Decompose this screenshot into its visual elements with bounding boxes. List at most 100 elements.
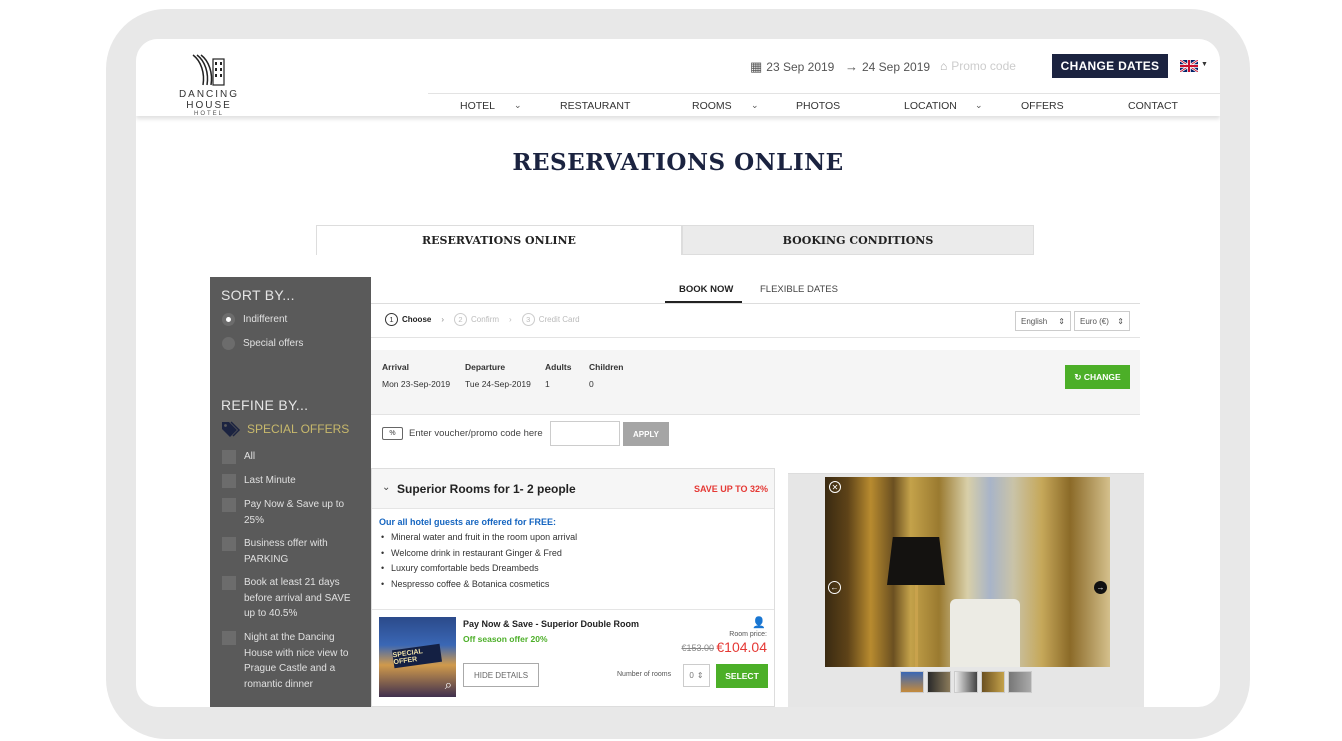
- filter-dancing-house-night[interactable]: Night at the Dancing House with nice vie…: [222, 630, 360, 692]
- filter-book-21-days[interactable]: Book at least 21 days before arrival and…: [222, 575, 360, 622]
- chevron-right-icon: ›: [441, 315, 445, 324]
- checkbox[interactable]: [222, 537, 236, 551]
- arrival-date[interactable]: ▦ 23 Sep 2019: [750, 59, 834, 75]
- change-stay-label: CHANGE: [1083, 371, 1121, 382]
- arrow-right-icon[interactable]: →: [1094, 581, 1107, 594]
- departure-label: Departure: [465, 362, 506, 372]
- gallery-thumbnail[interactable]: [900, 671, 924, 693]
- currency-select-value: Euro (€): [1080, 316, 1109, 326]
- tab-book-now[interactable]: BOOK NOW: [679, 284, 733, 295]
- nav-photos[interactable]: PHOTOS: [796, 100, 840, 112]
- currency-select[interactable]: Euro (€) ⇕: [1074, 311, 1130, 331]
- nav-contact[interactable]: CONTACT: [1128, 100, 1178, 112]
- apply-voucher-button[interactable]: APPLY: [623, 422, 669, 446]
- sort-by-title: SORT BY...: [221, 287, 295, 303]
- nav-offers[interactable]: OFFERS: [1021, 100, 1064, 112]
- departure-date[interactable]: → 24 Sep 2019: [845, 59, 930, 74]
- special-offer-badge: SPECIAL OFFER: [391, 643, 443, 669]
- filter-last-minute[interactable]: Last Minute: [222, 473, 360, 489]
- gallery-thumbnail[interactable]: [927, 671, 951, 693]
- rooms-quantity-select[interactable]: 0 ⇕: [683, 664, 710, 687]
- language-select-value: English: [1021, 316, 1048, 326]
- filter-business-parking[interactable]: Business offer with PARKING: [222, 536, 360, 567]
- filter-label: All: [244, 451, 256, 462]
- room-offer-row: SPECIAL OFFER ⌕ Pay Now & Save - Superio…: [372, 609, 774, 707]
- select-arrows-icon: ⇕: [696, 671, 704, 680]
- voucher-label: Enter voucher/promo code here: [409, 428, 543, 439]
- chevron-down-icon[interactable]: ⌄: [751, 100, 759, 111]
- nav-location[interactable]: LOCATION: [904, 100, 957, 112]
- arrival-date-text: 23 Sep 2019: [766, 60, 835, 74]
- select-arrows-icon: ⇕: [1117, 316, 1124, 326]
- special-offers-heading: SPECIAL OFFERS: [221, 421, 349, 437]
- checkbox[interactable]: [222, 576, 236, 590]
- checkbox[interactable]: [222, 474, 236, 488]
- checkbox[interactable]: [222, 450, 236, 464]
- checkbox[interactable]: [222, 631, 236, 645]
- gallery-thumbnail[interactable]: [954, 671, 978, 693]
- children-label: Children: [589, 362, 624, 372]
- nav-hotel[interactable]: HOTEL: [460, 100, 495, 112]
- children-value: 0: [589, 379, 594, 389]
- chevron-down-icon[interactable]: ⌄: [514, 100, 522, 111]
- offer-subtitle: Off season offer 20%: [463, 634, 548, 644]
- departure-value: Tue 24-Sep-2019: [465, 379, 531, 389]
- filter-sidebar: SORT BY... Indifferent Special offers RE…: [210, 277, 371, 707]
- promo-code-field[interactable]: ⌂ Promo code: [940, 59, 1016, 73]
- checkbox[interactable]: [222, 498, 236, 512]
- step-choose: Choose: [402, 315, 432, 324]
- filter-label: Night at the Dancing House with nice vie…: [244, 632, 349, 690]
- list-item: Luxury comfortable beds Dreambeds: [379, 561, 577, 577]
- adults-summary: Adults 1: [545, 362, 571, 389]
- filter-label: Last Minute: [244, 475, 296, 486]
- voucher-input[interactable]: [550, 421, 620, 446]
- radio-button[interactable]: [222, 337, 235, 350]
- change-dates-button[interactable]: CHANGE DATES: [1052, 54, 1168, 78]
- site-header: DANCING HOUSE HOTEL ▦ 23 Sep 2019 → 24 S…: [136, 39, 1220, 117]
- gallery-thumbnail[interactable]: [981, 671, 1005, 693]
- free-perks-title: Our all hotel guests are offered for FRE…: [379, 517, 557, 527]
- sort-option-indifferent[interactable]: Indifferent: [222, 312, 360, 328]
- uk-flag-icon[interactable]: [1180, 60, 1198, 72]
- logo-subtext: HOTEL: [193, 111, 224, 117]
- nav-rooms[interactable]: ROOMS: [692, 100, 732, 112]
- voucher-ticket-icon: %: [382, 427, 403, 440]
- language-caret-icon[interactable]: ▼: [1201, 61, 1208, 68]
- zoom-icon[interactable]: ⌕: [445, 677, 452, 693]
- step-number: 2: [454, 313, 468, 326]
- promo-code-placeholder: Promo code: [951, 59, 1016, 73]
- chevron-down-icon[interactable]: ⌄: [382, 482, 390, 493]
- calendar-icon: ▦: [750, 59, 763, 74]
- tab-reservations-online[interactable]: RESERVATIONS ONLINE: [316, 225, 682, 255]
- list-item: Mineral water and fruit in the room upon…: [379, 530, 577, 546]
- filter-all[interactable]: All: [222, 449, 360, 465]
- arrival-label: Arrival: [382, 362, 409, 372]
- arrow-left-icon[interactable]: ←: [828, 581, 841, 594]
- gallery-thumbnail[interactable]: [1008, 671, 1032, 693]
- browser-screen: DANCING HOUSE HOTEL ▦ 23 Sep 2019 → 24 S…: [136, 39, 1220, 707]
- change-stay-button[interactable]: ↻ CHANGE: [1065, 365, 1130, 389]
- children-summary: Children 0: [589, 362, 623, 389]
- logo-text: DANCING HOUSE: [178, 89, 240, 111]
- hide-details-button[interactable]: HIDE DETAILS: [463, 663, 539, 687]
- filter-pay-now-save[interactable]: Pay Now & Save up to 25%: [222, 497, 360, 528]
- radio-button[interactable]: [222, 313, 235, 326]
- tab-booking-conditions[interactable]: BOOKING CONDITIONS: [682, 225, 1034, 255]
- close-icon[interactable]: ✕: [829, 481, 841, 493]
- special-offers-label: SPECIAL OFFERS: [247, 422, 350, 436]
- chevron-down-icon[interactable]: ⌄: [975, 100, 983, 111]
- language-select[interactable]: English ⇕: [1015, 311, 1071, 331]
- sort-option-special-offers[interactable]: Special offers: [222, 336, 360, 352]
- adults-value: 1: [545, 379, 550, 389]
- tab-flexible-dates[interactable]: FLEXIBLE DATES: [760, 284, 838, 295]
- voucher-row: % Enter voucher/promo code here: [382, 427, 543, 440]
- hotel-logo[interactable]: DANCING HOUSE HOTEL: [154, 53, 264, 117]
- number-of-rooms-label: Number of rooms: [617, 671, 672, 678]
- room-category-header[interactable]: ⌄ Superior Rooms for 1- 2 people SAVE UP…: [372, 469, 774, 509]
- nav-restaurant[interactable]: RESTAURANT: [560, 100, 630, 112]
- select-room-button[interactable]: SELECT: [716, 664, 768, 688]
- tags-icon: [222, 421, 241, 437]
- offer-thumbnail[interactable]: SPECIAL OFFER ⌕: [379, 617, 456, 697]
- room-photo: ✕ ← →: [825, 477, 1110, 667]
- room-category-card: ⌄ Superior Rooms for 1- 2 people SAVE UP…: [371, 468, 775, 707]
